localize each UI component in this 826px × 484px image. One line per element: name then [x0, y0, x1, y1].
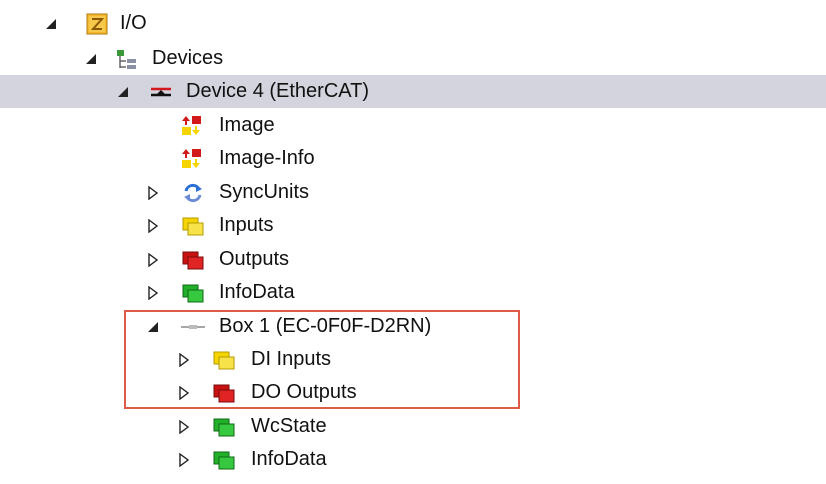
inputs-icon — [182, 215, 204, 237]
sync-icon — [182, 182, 204, 204]
collapsed-arrow-icon[interactable] — [177, 353, 191, 367]
tree-item-label: Device 4 (EtherCAT) — [186, 80, 370, 102]
tree-item-label: Image — [219, 114, 275, 136]
tree-item-label: InfoData — [219, 281, 295, 303]
image-icon — [181, 115, 203, 137]
infodata-icon — [213, 449, 235, 471]
infodata-icon — [213, 416, 235, 438]
tree-item-io[interactable]: I/O — [0, 7, 826, 40]
outputs-icon — [182, 249, 204, 271]
tree-item-image-info[interactable]: Image-Info — [0, 142, 826, 175]
tree-item-box-infodata[interactable]: InfoData — [0, 443, 826, 476]
ethercat-device-icon — [150, 81, 172, 103]
tree-item-syncunits[interactable]: SyncUnits — [0, 176, 826, 209]
tree-item-do-outputs[interactable]: DO Outputs — [0, 376, 826, 409]
mappings-icon — [116, 476, 138, 484]
collapsed-arrow-icon[interactable] — [146, 286, 160, 300]
tree-item-label: Image-Info — [219, 147, 315, 169]
outputs-icon — [213, 382, 235, 404]
collapsed-arrow-icon[interactable] — [177, 386, 191, 400]
io-folder-icon — [86, 13, 108, 35]
tree-item-infodata[interactable]: InfoData — [0, 276, 826, 309]
tree-item-device4[interactable]: Device 4 (EtherCAT) — [0, 75, 826, 108]
tree-item-label: Devices — [152, 47, 224, 69]
inputs-icon — [213, 349, 235, 371]
infodata-icon — [182, 282, 204, 304]
collapsed-arrow-icon[interactable] — [177, 453, 191, 467]
tree-item-di-inputs[interactable]: DI Inputs — [0, 343, 826, 376]
tree-item-label: I/O — [120, 12, 147, 34]
expanded-arrow-icon[interactable] — [116, 85, 130, 99]
tree-item-label: Inputs — [219, 214, 274, 236]
tree-item-label: DO Outputs — [251, 381, 357, 403]
expanded-arrow-icon[interactable] — [84, 52, 98, 66]
tree-item-inputs[interactable]: Inputs — [0, 209, 826, 242]
tree-item-label: SyncUnits — [219, 181, 310, 203]
tree-item-image[interactable]: Image — [0, 109, 826, 142]
tree-item-label: Box 1 (EC-0F0F-D2RN) — [219, 315, 432, 337]
tree-item-label: DI Inputs — [251, 348, 332, 370]
collapsed-arrow-icon[interactable] — [146, 186, 160, 200]
tree-item-outputs[interactable]: Outputs — [0, 243, 826, 276]
tree-item-label: WcState — [251, 415, 327, 437]
tree-item-devices[interactable]: Devices — [0, 42, 826, 75]
box-icon — [180, 316, 205, 338]
collapsed-arrow-icon[interactable] — [146, 253, 160, 267]
collapsed-arrow-icon[interactable] — [146, 219, 160, 233]
devices-icon — [116, 48, 138, 70]
collapsed-arrow-icon[interactable] — [177, 420, 191, 434]
tree-item-box1[interactable]: Box 1 (EC-0F0F-D2RN) — [0, 310, 826, 343]
tree-item-label: Outputs — [219, 248, 290, 270]
image-icon — [181, 148, 203, 170]
tree-item-wcstate[interactable]: WcState — [0, 410, 826, 443]
tree-item-partial[interactable] — [0, 474, 826, 484]
tree-item-label: InfoData — [251, 448, 327, 470]
expanded-arrow-icon[interactable] — [44, 17, 58, 31]
expanded-arrow-icon[interactable] — [146, 320, 160, 334]
